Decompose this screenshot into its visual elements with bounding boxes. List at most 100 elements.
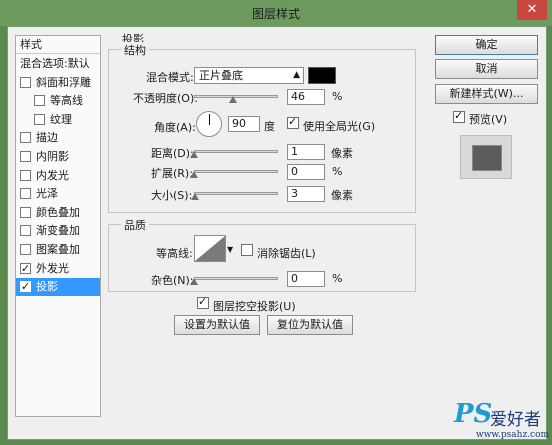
- sidebar-item-label: 外发光: [36, 261, 69, 275]
- noise-unit: %: [332, 272, 343, 285]
- sidebar-item[interactable]: 纹理: [16, 111, 100, 129]
- sidebar-item[interactable]: 内阴影: [16, 148, 100, 166]
- sidebar-item-checkbox[interactable]: [20, 225, 31, 237]
- sidebar-item-checkbox[interactable]: [20, 244, 31, 255]
- spread-input[interactable]: 0: [287, 164, 325, 180]
- sidebar-item-label: 内发光: [36, 168, 69, 182]
- blend-mode-select[interactable]: 正片叠底 ▲: [194, 67, 304, 84]
- sidebar-item-label: 等高线: [50, 94, 83, 108]
- sidebar-item[interactable]: 内发光: [16, 167, 100, 185]
- select-arrow-icon: ▲: [293, 70, 300, 80]
- sidebar-item-checkbox[interactable]: [34, 95, 45, 107]
- blend-mode-label: 混合模式:: [146, 71, 194, 84]
- sidebar-item-label: 纹理: [50, 112, 72, 126]
- styles-list: 样式 混合选项:默认斜面和浮雕等高线纹理描边内阴影内发光光泽颜色叠加渐变叠加图案…: [15, 35, 101, 417]
- sidebar-item-label: 斜面和浮雕: [36, 75, 91, 89]
- sidebar-item[interactable]: 图案叠加: [16, 241, 100, 259]
- distance-slider-thumb[interactable]: [190, 151, 198, 158]
- noise-slider[interactable]: [194, 277, 278, 280]
- watermark-logo: PS: [454, 399, 493, 429]
- sidebar-item[interactable]: 颜色叠加: [16, 204, 100, 222]
- spread-label: 扩展(R):: [151, 167, 193, 180]
- opacity-label: 不透明度(O):: [133, 92, 198, 105]
- sidebar-item[interactable]: 外发光: [16, 260, 100, 278]
- opacity-unit: %: [332, 90, 343, 103]
- opacity-input[interactable]: 46: [287, 89, 325, 105]
- ok-button[interactable]: 确定: [435, 35, 538, 55]
- title-bar: 图层样式 ✕: [0, 0, 552, 26]
- noise-input[interactable]: 0: [287, 271, 325, 287]
- sidebar-item-label: 渐变叠加: [36, 224, 80, 238]
- close-button[interactable]: ✕: [517, 0, 547, 20]
- distance-unit: 像素: [331, 147, 353, 160]
- sidebar-item[interactable]: 等高线: [16, 92, 100, 110]
- style-preview: [460, 135, 512, 179]
- spread-unit: %: [332, 165, 343, 178]
- noise-label: 杂色(N):: [151, 274, 194, 287]
- reset-default-button[interactable]: 复位为默认值: [267, 315, 353, 335]
- contour-label: 等高线:: [156, 247, 193, 260]
- make-default-button[interactable]: 设置为默认值: [174, 315, 260, 335]
- size-unit: 像素: [331, 189, 353, 202]
- sidebar-item-label: 光泽: [36, 187, 58, 201]
- sidebar-item[interactable]: 光泽: [16, 185, 100, 203]
- antialias-checkbox[interactable]: [241, 244, 253, 256]
- contour-picker[interactable]: [194, 235, 226, 262]
- blend-mode-value: 正片叠底: [199, 69, 243, 82]
- sidebar-item-checkbox[interactable]: [20, 151, 31, 162]
- structure-title: 结构: [121, 42, 149, 58]
- dialog-body: 样式 混合选项:默认斜面和浮雕等高线纹理描边内阴影内发光光泽颜色叠加渐变叠加图案…: [7, 26, 547, 440]
- preview-label: 预览(V): [469, 113, 508, 126]
- size-label: 大小(S):: [151, 189, 193, 202]
- sidebar-item-checkbox[interactable]: [20, 260, 31, 278]
- sidebar-item-label: 混合选项:默认: [20, 57, 90, 70]
- new-style-button[interactable]: 新建样式(W)...: [435, 84, 538, 104]
- shadow-color-swatch[interactable]: [308, 67, 336, 84]
- sidebar-item-label: 投影: [36, 280, 58, 294]
- size-input[interactable]: 3: [287, 186, 325, 202]
- size-slider-thumb[interactable]: [190, 193, 199, 200]
- distance-slider[interactable]: [194, 150, 278, 153]
- sidebar-item-checkbox[interactable]: [20, 132, 31, 144]
- knockout-checkbox[interactable]: [197, 295, 209, 309]
- noise-slider-thumb[interactable]: [190, 278, 198, 285]
- angle-dial[interactable]: [196, 111, 222, 137]
- sidebar-item-checkbox[interactable]: [20, 76, 31, 88]
- styles-list-header: 样式: [16, 36, 100, 54]
- spread-slider[interactable]: [194, 170, 278, 173]
- window-title: 图层样式: [251, 7, 300, 21]
- antialias-label: 消除锯齿(L): [257, 247, 316, 260]
- sidebar-item-checkbox[interactable]: [20, 188, 31, 200]
- preview-checkbox[interactable]: [453, 109, 465, 123]
- opacity-slider-thumb[interactable]: [228, 96, 237, 103]
- quality-title: 品质: [121, 217, 149, 233]
- sidebar-item-label: 描边: [36, 131, 58, 145]
- style-preview-swatch: [472, 145, 502, 171]
- sidebar-item[interactable]: 斜面和浮雕: [16, 74, 100, 92]
- sidebar-item-checkbox[interactable]: [20, 169, 31, 181]
- sidebar-item[interactable]: 描边: [16, 129, 100, 147]
- angle-input[interactable]: 90: [228, 116, 260, 132]
- sidebar-item[interactable]: 混合选项:默认: [16, 55, 100, 73]
- sidebar-item-checkbox[interactable]: [20, 278, 31, 296]
- angle-unit: 度: [264, 120, 275, 133]
- global-light-checkbox[interactable]: [287, 115, 299, 129]
- sidebar-item-checkbox[interactable]: [34, 113, 45, 125]
- contour-dropdown-icon[interactable]: ▼: [227, 245, 233, 254]
- sidebar-item-label: 内阴影: [36, 150, 69, 163]
- global-light-label: 使用全局光(G): [303, 120, 376, 133]
- size-slider[interactable]: [194, 192, 278, 195]
- watermark-text: 爱好者: [490, 410, 541, 430]
- watermark-url: www.psahz.com: [476, 430, 550, 440]
- sidebar-item[interactable]: 投影: [16, 278, 100, 297]
- spread-slider-thumb[interactable]: [190, 171, 198, 178]
- sidebar-item-label: 图案叠加: [36, 243, 80, 256]
- distance-label: 距离(D):: [151, 147, 194, 160]
- angle-label: 角度(A):: [154, 121, 196, 134]
- sidebar-item[interactable]: 渐变叠加: [16, 222, 100, 240]
- sidebar-item-label: 颜色叠加: [36, 205, 80, 219]
- distance-input[interactable]: 1: [287, 144, 325, 160]
- cancel-button[interactable]: 取消: [435, 59, 538, 79]
- sidebar-item-checkbox[interactable]: [20, 206, 31, 218]
- knockout-label: 图层挖空投影(U): [213, 300, 296, 313]
